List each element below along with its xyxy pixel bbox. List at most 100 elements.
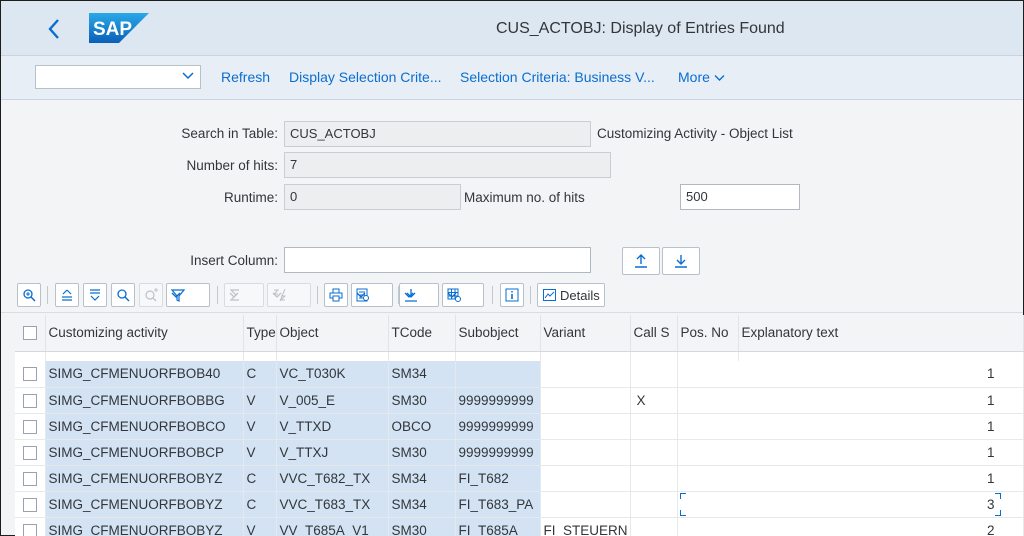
cell-call-s[interactable]: [630, 361, 678, 388]
cell-variant[interactable]: [540, 439, 631, 466]
selection-criteria-business-button[interactable]: Selection Criteria: Business V...: [460, 69, 655, 85]
row-selector-cell[interactable]: [15, 439, 46, 466]
cell-variant[interactable]: FI_STEUERN: [540, 517, 631, 536]
cell-object[interactable]: VVC_T682_TX: [276, 465, 389, 492]
cell-tcode[interactable]: OBCO: [388, 413, 456, 440]
cell-subobject[interactable]: 9999999999: [455, 387, 541, 414]
column-header[interactable]: Variant: [540, 315, 631, 352]
row-checkbox[interactable]: [22, 445, 37, 460]
row-selector-cell[interactable]: [15, 361, 46, 388]
column-header[interactable]: Explanatory text: [738, 315, 1024, 352]
table-row[interactable]: SIMG_CFMENUORFBOBBG V V_005_E SM30 999999999…: [15, 387, 1024, 414]
cell-tcode[interactable]: SM34: [388, 361, 456, 388]
row-selector-cell[interactable]: [15, 465, 46, 492]
table-row[interactable]: SIMG_CFMENUORFBOBCO V V_TTXD OBCO 9999999999…: [15, 413, 1024, 440]
cell-customizing-activity[interactable]: SIMG_CFMENUORFBOBBG: [45, 387, 244, 414]
row-checkbox[interactable]: [22, 497, 37, 512]
cell-call-s[interactable]: [630, 413, 678, 440]
cell-pos-no[interactable]: 1: [677, 413, 1024, 440]
zoom-button[interactable]: [17, 283, 41, 307]
row-selector-cell[interactable]: [15, 517, 46, 536]
cell-customizing-activity[interactable]: SIMG_CFMENUORFBOBYZ: [45, 491, 244, 518]
cell-customizing-activity[interactable]: SIMG_CFMENUORFBOBCO: [45, 413, 244, 440]
cell-pos-no[interactable]: 1: [677, 361, 1024, 388]
cell-tcode[interactable]: SM30: [388, 439, 456, 466]
cell-call-s[interactable]: [630, 517, 678, 536]
find-next-button[interactable]: [139, 283, 163, 307]
cell-variant[interactable]: [540, 387, 631, 414]
info-button[interactable]: [500, 283, 524, 307]
cell-call-s[interactable]: [630, 491, 678, 518]
row-checkbox[interactable]: [22, 367, 37, 382]
display-selection-criteria-button[interactable]: Display Selection Crite...: [289, 69, 442, 85]
cell-object[interactable]: VV_T685A_V1: [276, 517, 389, 536]
cell-type[interactable]: V: [243, 413, 277, 440]
table-row[interactable]: SIMG_CFMENUORFBOBYZ V VV_T685A_V1 SM30 FI_T6…: [15, 517, 1024, 536]
cell-call-s[interactable]: [630, 439, 678, 466]
cell-object[interactable]: V_005_E: [276, 387, 389, 414]
cell-subobject[interactable]: 9999999999: [455, 413, 541, 440]
cell-customizing-activity[interactable]: SIMG_CFMENUORFBOB40: [45, 361, 244, 388]
max-hits-input[interactable]: 500: [680, 184, 800, 210]
cell-tcode[interactable]: SM30: [388, 387, 456, 414]
cell-object[interactable]: V_TTXD: [276, 413, 389, 440]
column-header[interactable]: Customizing activity: [45, 315, 244, 352]
cell-variant[interactable]: [540, 491, 631, 518]
cell-call-s[interactable]: [630, 465, 678, 492]
sort-descending-alv-button[interactable]: [83, 283, 107, 307]
cell-pos-no[interactable]: 1: [677, 439, 1024, 466]
row-checkbox[interactable]: [22, 419, 37, 434]
print-button[interactable]: [324, 283, 348, 307]
cell-pos-no[interactable]: 1: [677, 465, 1024, 492]
table-row[interactable]: SIMG_CFMENUORFBOBYZ C VVC_T682_TX SM34 FI_T6…: [15, 465, 1024, 492]
cell-tcode[interactable]: SM30: [388, 517, 456, 536]
cell-customizing-activity[interactable]: SIMG_CFMENUORFBOBYZ: [45, 517, 244, 536]
row-selector-cell[interactable]: [15, 491, 46, 518]
variant-dropdown[interactable]: [35, 65, 201, 89]
refresh-button[interactable]: Refresh: [221, 69, 270, 85]
cell-type[interactable]: C: [243, 465, 277, 492]
filter-button[interactable]: [166, 283, 210, 307]
cell-variant[interactable]: [540, 465, 631, 492]
back-button[interactable]: [41, 15, 67, 43]
select-all-cell[interactable]: [15, 315, 46, 352]
cell-type[interactable]: C: [243, 361, 277, 388]
column-header[interactable]: Subobject: [455, 315, 541, 352]
cell-object[interactable]: VC_T030K: [276, 361, 389, 388]
cell-variant[interactable]: [540, 413, 631, 440]
find-button[interactable]: [111, 283, 135, 307]
cell-type[interactable]: C: [243, 491, 277, 518]
table-row[interactable]: SIMG_CFMENUORFBOBCP V V_TTXJ SM30 9999999999…: [15, 439, 1024, 466]
row-checkbox[interactable]: [22, 471, 37, 486]
cell-customizing-activity[interactable]: SIMG_CFMENUORFBOBYZ: [45, 465, 244, 492]
details-button[interactable]: Details: [537, 283, 605, 307]
cell-type[interactable]: V: [243, 387, 277, 414]
cell-pos-no[interactable]: 3: [677, 491, 1024, 518]
cell-pos-no[interactable]: 1: [677, 387, 1024, 414]
view-button[interactable]: [351, 283, 393, 307]
cell-subobject[interactable]: FI_T685A: [455, 517, 541, 536]
cell-type[interactable]: V: [243, 517, 277, 536]
table-row[interactable]: SIMG_CFMENUORFBOBYZ C VVC_T683_TX SM34 FI_T6…: [15, 491, 1024, 518]
cell-subobject[interactable]: FI_T683_PA: [455, 491, 541, 518]
select-all-checkbox[interactable]: [22, 326, 37, 341]
column-header[interactable]: Type: [243, 315, 277, 352]
export-button[interactable]: [399, 283, 439, 307]
more-menu-button[interactable]: More: [678, 69, 725, 85]
row-selector-cell[interactable]: [15, 387, 46, 414]
column-header[interactable]: Object: [276, 315, 389, 352]
cell-tcode[interactable]: SM34: [388, 491, 456, 518]
cell-tcode[interactable]: SM34: [388, 465, 456, 492]
cell-variant[interactable]: [540, 361, 631, 388]
total-button[interactable]: [224, 283, 264, 307]
column-header[interactable]: Pos. No: [677, 315, 739, 352]
subtotal-button[interactable]: [267, 283, 311, 307]
cell-subobject[interactable]: [455, 361, 541, 388]
row-selector-cell[interactable]: [15, 413, 46, 440]
row-checkbox[interactable]: [22, 393, 37, 408]
row-checkbox[interactable]: [22, 523, 37, 536]
column-header[interactable]: Call S: [630, 315, 678, 352]
sort-ascending-button[interactable]: [622, 247, 660, 275]
layout-button[interactable]: [442, 283, 484, 307]
cell-object[interactable]: VVC_T683_TX: [276, 491, 389, 518]
